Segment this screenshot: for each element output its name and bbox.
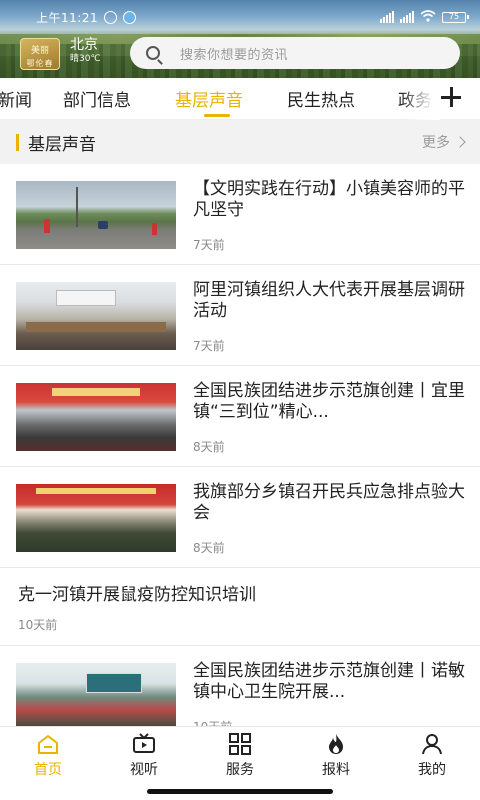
status-right: 75 (380, 9, 469, 25)
flame-icon (324, 733, 348, 755)
home-icon (36, 733, 60, 755)
user-icon (420, 733, 444, 755)
logo-line2: 鄂伦春 (26, 59, 54, 68)
article-title: 全国民族团结进步示范旗创建丨诺敏镇中心卫生院开展... (193, 661, 465, 702)
nav-report[interactable]: 报料 (306, 733, 366, 779)
battery-icon: 75 (442, 11, 469, 23)
more-label: 更多 (422, 135, 450, 151)
list-item[interactable]: 克一河镇开展鼠疫防控知识培训 10天前 (0, 568, 480, 646)
bottom-nav: 首页 视听 服务 报料 我的 (0, 726, 480, 784)
nav-video-label: 视听 (130, 762, 158, 778)
article-thumbnail (16, 663, 176, 726)
section-header: 基层声音 更多 (0, 120, 480, 164)
list-item[interactable]: 【文明实践在行动】小镇美容师的平凡坚守 7天前 (0, 164, 480, 265)
app-logo[interactable]: 美丽 鄂伦春 (20, 38, 60, 70)
battery-level: 75 (448, 11, 460, 21)
article-time: 7天前 (193, 238, 225, 252)
signal-2-icon (400, 11, 414, 23)
article-title: 阿里河镇组织人大代表开展基层调研活动 (193, 280, 465, 321)
more-link[interactable]: 更多 (422, 132, 466, 152)
search-placeholder: 搜索你想要的资讯 (180, 47, 289, 63)
alarm-icon (104, 10, 118, 24)
nav-service[interactable]: 服务 (210, 733, 270, 779)
article-time: 10天前 (193, 718, 232, 726)
weather-text: 晴30℃ (70, 54, 101, 64)
grid-icon (228, 733, 252, 755)
signal-icon (380, 11, 394, 23)
search-bar[interactable]: 搜索你想要的资讯 (130, 37, 460, 69)
status-bar: 上午11:21 75 (0, 0, 480, 34)
city-name: 北京 (70, 37, 98, 53)
search-icon (146, 46, 160, 60)
app-notification-icon (123, 10, 137, 24)
article-time: 7天前 (193, 339, 225, 353)
tv-icon (132, 733, 156, 755)
wifi-icon (420, 9, 436, 25)
section-title: 基层声音 (28, 134, 96, 155)
section-accent-bar (16, 133, 19, 151)
tab-grassroots[interactable]: 基层声音 (175, 86, 243, 111)
category-tabs: 新闻 部门信息 基层声音 民生热点 政务 (0, 78, 480, 120)
nav-home[interactable]: 首页 (18, 733, 78, 779)
list-item[interactable]: 全国民族团结进步示范旗创建丨诺敏镇中心卫生院开展... 10天前 (0, 646, 480, 726)
article-title: 【文明实践在行动】小镇美容师的平凡坚守 (193, 179, 465, 220)
article-thumbnail (16, 282, 176, 350)
list-item[interactable]: 全国民族团结进步示范旗创建丨宜里镇“三到位”精心... 8天前 (0, 366, 480, 467)
header: 上午11:21 75 美丽 鄂伦春 北京 晴30℃ 搜索你想要的资讯 (0, 0, 480, 78)
article-title: 全国民族团结进步示范旗创建丨宜里镇“三到位”精心... (193, 381, 465, 422)
logo-line1: 美丽 (30, 46, 49, 56)
tab-department[interactable]: 部门信息 (63, 86, 131, 111)
list-item[interactable]: 阿里河镇组织人大代表开展基层调研活动 7天前 (0, 265, 480, 366)
article-thumbnail (16, 383, 176, 451)
article-time: 8天前 (193, 541, 225, 555)
nav-profile-label: 我的 (418, 762, 446, 778)
nav-service-label: 服务 (226, 762, 254, 778)
tab-news[interactable]: 新闻 (0, 86, 32, 111)
article-time: 8天前 (193, 440, 225, 454)
add-channel-icon[interactable] (440, 86, 462, 108)
active-tab-indicator (204, 114, 230, 117)
app-screen: 上午11:21 75 美丽 鄂伦春 北京 晴30℃ 搜索你想要的资讯 新闻 部门… (0, 0, 480, 800)
article-time: 10天前 (18, 618, 58, 632)
tab-livelihood[interactable]: 民生热点 (287, 86, 355, 111)
article-title: 克一河镇开展鼠疫防控知识培训 (18, 585, 256, 605)
home-indicator[interactable] (147, 789, 333, 794)
list-item[interactable]: 我旗部分乡镇召开民兵应急排点验大会 8天前 (0, 467, 480, 568)
tab-fade (400, 78, 440, 120)
nav-video[interactable]: 视听 (114, 733, 174, 779)
nav-profile[interactable]: 我的 (402, 733, 462, 779)
article-thumbnail (16, 181, 176, 249)
chevron-right-icon (454, 136, 466, 148)
nav-home-label: 首页 (34, 762, 62, 778)
nav-report-label: 报料 (322, 762, 350, 778)
status-time: 上午11:21 (36, 10, 99, 25)
location-weather[interactable]: 北京 晴30℃ (70, 37, 101, 65)
article-title: 我旗部分乡镇召开民兵应急排点验大会 (193, 482, 465, 523)
article-list: 【文明实践在行动】小镇美容师的平凡坚守 7天前 阿里河镇组织人大代表开展基层调研… (0, 164, 480, 726)
article-thumbnail (16, 484, 176, 552)
